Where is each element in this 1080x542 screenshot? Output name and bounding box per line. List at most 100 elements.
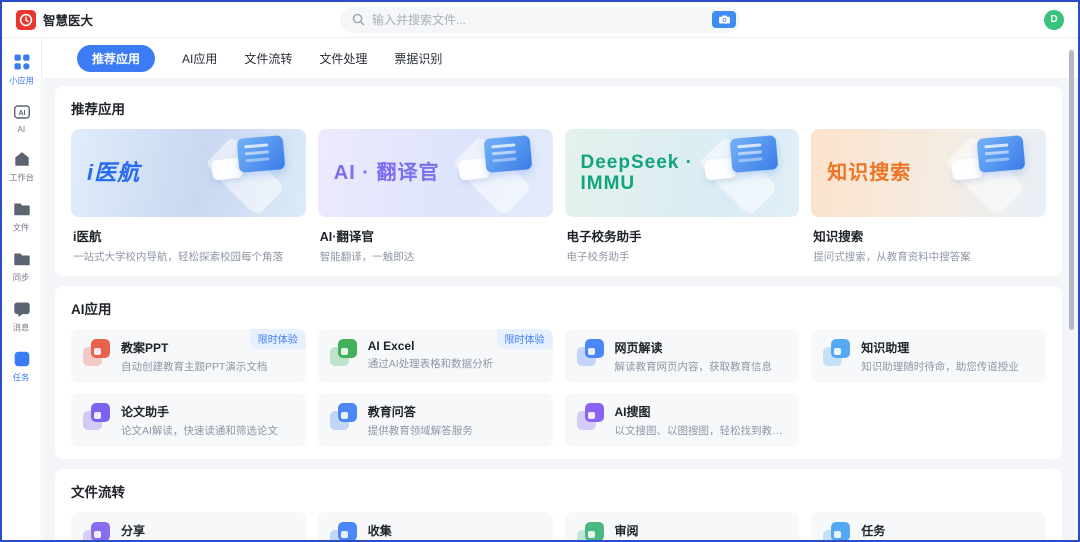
app-card-desc: 一站式大学校内导航，轻松探索校园每个角落: [73, 249, 306, 264]
camera-search-button[interactable]: [712, 11, 736, 28]
app-window: 智慧医大 D 小应用 AI AI: [0, 0, 1080, 542]
robot-illustration: [439, 133, 547, 213]
section-file-flow: 文件流转 分享 全局管理我发起和收到的全部分享: [55, 469, 1062, 540]
camera-icon: [719, 15, 730, 24]
task-icon: [13, 350, 31, 368]
qa-icon: [330, 402, 358, 430]
app-tile[interactable]: 限时体验 AI Excel 通过AI处理表格和数据分析: [318, 329, 553, 383]
trial-badge: 限时体验: [497, 329, 553, 349]
app-card-banner: DeepSeek · IMMU: [565, 129, 800, 217]
app-card-title: i医航: [73, 226, 306, 245]
sidebar-item[interactable]: 消息: [2, 300, 41, 334]
app-card-title: AI·翻译官: [320, 226, 553, 245]
monitor-illustration: [192, 133, 300, 213]
recommended-cards: i医航 i医航 一站式大学校内导航，轻松探索校园每个角落 AI · 翻译官: [71, 129, 1046, 264]
section-ai-apps: AI应用 限时体验 教案PPT 自动创建教育主题PPT演示文档: [55, 286, 1062, 459]
paper-icon: [83, 402, 111, 430]
tab[interactable]: 推荐应用: [77, 45, 155, 72]
sidebar-item-label: 同步: [13, 272, 30, 284]
scrollbar-thumb[interactable]: [1069, 50, 1074, 330]
app-tile-title: 知识助理: [861, 339, 1034, 356]
section-title-recommended: 推荐应用: [71, 98, 1046, 118]
section-title-ai-apps: AI应用: [71, 298, 1046, 318]
brand: 智慧医大: [16, 10, 93, 30]
app-tile-title: 论文助手: [121, 403, 294, 420]
app-tile[interactable]: 限时体验 教案PPT 自动创建教育主题PPT演示文档: [71, 329, 306, 383]
folder-icon: [13, 200, 31, 218]
app-card[interactable]: DeepSeek · IMMU 电子校务助手 电子校务助手: [565, 129, 800, 264]
section-title-file-flow: 文件流转: [71, 481, 1046, 501]
app-tile-title: 任务: [861, 522, 1034, 539]
app-card-banner: AI · 翻译官: [318, 129, 553, 217]
banner-title: i医航: [87, 161, 140, 186]
app-card-banner: 知识搜索: [811, 129, 1046, 217]
tab[interactable]: 文件处理: [319, 45, 367, 72]
app-tile[interactable]: 网页解读 解读教育网页内容，获取教育信息: [565, 329, 800, 383]
content-scroll-area: 推荐应用 i医航 i医航 一站式大学校内导航，轻松探索校园每个角落: [43, 78, 1078, 540]
sidebar-item-label: 消息: [13, 322, 30, 334]
sidebar-item[interactable]: 任务: [2, 350, 41, 384]
app-card[interactable]: AI · 翻译官 AI·翻译官 智能翻译，一触即达: [318, 129, 553, 264]
app-tile[interactable]: 论文助手 论文AI解读，快速读通和筛选论文: [71, 393, 306, 447]
folder-sync-icon: [13, 250, 31, 268]
app-tile-title: 审阅: [615, 522, 788, 539]
svg-text:AI: AI: [18, 110, 25, 117]
tab[interactable]: 文件流转: [244, 45, 292, 72]
sidebar-item-label: AI: [18, 124, 26, 133]
app-card[interactable]: 知识搜索 知识搜索 提问式搜索，从教育资料中搜答案: [811, 129, 1046, 264]
sidebar-item-label: 文件: [13, 222, 30, 234]
main-area: 推荐应用 AI应用 文件流转 文件处理 票据识别 推荐应用 i医航: [43, 38, 1078, 540]
app-tile[interactable]: AI搜图 以文搜图、以图搜图，轻松找到教资图片以文搜图、以...: [565, 393, 800, 447]
global-search[interactable]: [340, 7, 740, 33]
app-tile[interactable]: 分享 全局管理我发起和收到的全部分享: [71, 512, 306, 540]
sidebar-item[interactable]: 工作台: [2, 150, 41, 184]
banner-title: DeepSeek · IMMU: [581, 152, 693, 195]
sidebar-item[interactable]: 文件: [2, 200, 41, 234]
app-tile-desc: 论文AI解读，快速读通和筛选论文: [121, 423, 294, 438]
sidebar-item-label: 小应用: [9, 75, 34, 87]
sidebar-item[interactable]: 同步: [2, 250, 41, 284]
banner-title: AI · 翻译官: [334, 162, 440, 184]
app-tile-desc: 通过AI处理表格和数据分析: [368, 356, 541, 371]
app-tile-title: AI搜图: [615, 403, 788, 420]
sidebar-item-label: 任务: [13, 372, 30, 384]
app-logo-icon: [16, 10, 36, 30]
search-icon: [352, 13, 365, 26]
app-tile-title: 分享: [121, 522, 294, 539]
tab[interactable]: AI应用: [182, 45, 217, 72]
app-tile[interactable]: 教育问答 提供教育领域解答服务: [318, 393, 553, 447]
ppt-icon: [83, 338, 111, 366]
user-avatar[interactable]: D: [1044, 10, 1064, 30]
search-input[interactable]: [372, 13, 712, 27]
cube-illustration: [685, 133, 793, 213]
app-card-desc: 提问式搜索，从教育资料中搜答案: [813, 249, 1046, 264]
tab[interactable]: 票据识别: [394, 45, 442, 72]
topbar: 智慧医大 D: [2, 2, 1078, 38]
file-flow-tiles: 分享 全局管理我发起和收到的全部分享 收集 面向多人高效收集文件: [71, 512, 1046, 540]
app-card-banner: i医航: [71, 129, 306, 217]
app-tile[interactable]: 收集 面向多人高效收集文件: [318, 512, 553, 540]
app-tile[interactable]: 任务 全局查看和管理我的任务信息: [811, 512, 1046, 540]
image-search-icon: [577, 402, 605, 430]
app-tile-title: 教育问答: [368, 403, 541, 420]
app-card[interactable]: i医航 i医航 一站式大学校内导航，轻松探索校园每个角落: [71, 129, 306, 264]
tab-bar: 推荐应用 AI应用 文件流转 文件处理 票据识别: [43, 38, 1078, 78]
sidebar-item[interactable]: AI AI: [2, 103, 41, 134]
webpage-icon: [577, 338, 605, 366]
app-tile-title: 收集: [368, 522, 541, 539]
app-tile-desc: 以文搜图、以图搜图，轻松找到教资图片以文搜图、以...: [615, 423, 788, 438]
sidebar-item-label: 工作台: [9, 172, 34, 184]
app-tile[interactable]: 知识助理 知识助理随时待命，助您传道授业: [811, 329, 1046, 383]
excel-icon: [330, 338, 358, 366]
app-tile[interactable]: 审阅 支持多节点的单人、多人审阅: [565, 512, 800, 540]
app-tile-desc: 知识助理随时待命，助您传道授业: [861, 359, 1034, 374]
app-tile-desc: 解读教育网页内容，获取教育信息: [615, 359, 788, 374]
section-recommended: 推荐应用 i医航 i医航 一站式大学校内导航，轻松探索校园每个角落: [55, 86, 1062, 276]
message-icon: [13, 300, 31, 318]
sidebar-item[interactable]: 小应用: [2, 53, 41, 87]
ai-badge-icon: AI: [13, 103, 31, 121]
app-card-title: 知识搜索: [813, 226, 1046, 245]
app-card-title: 电子校务助手: [567, 226, 800, 245]
assistant-icon: [823, 338, 851, 366]
apps-grid-icon: [13, 53, 31, 71]
